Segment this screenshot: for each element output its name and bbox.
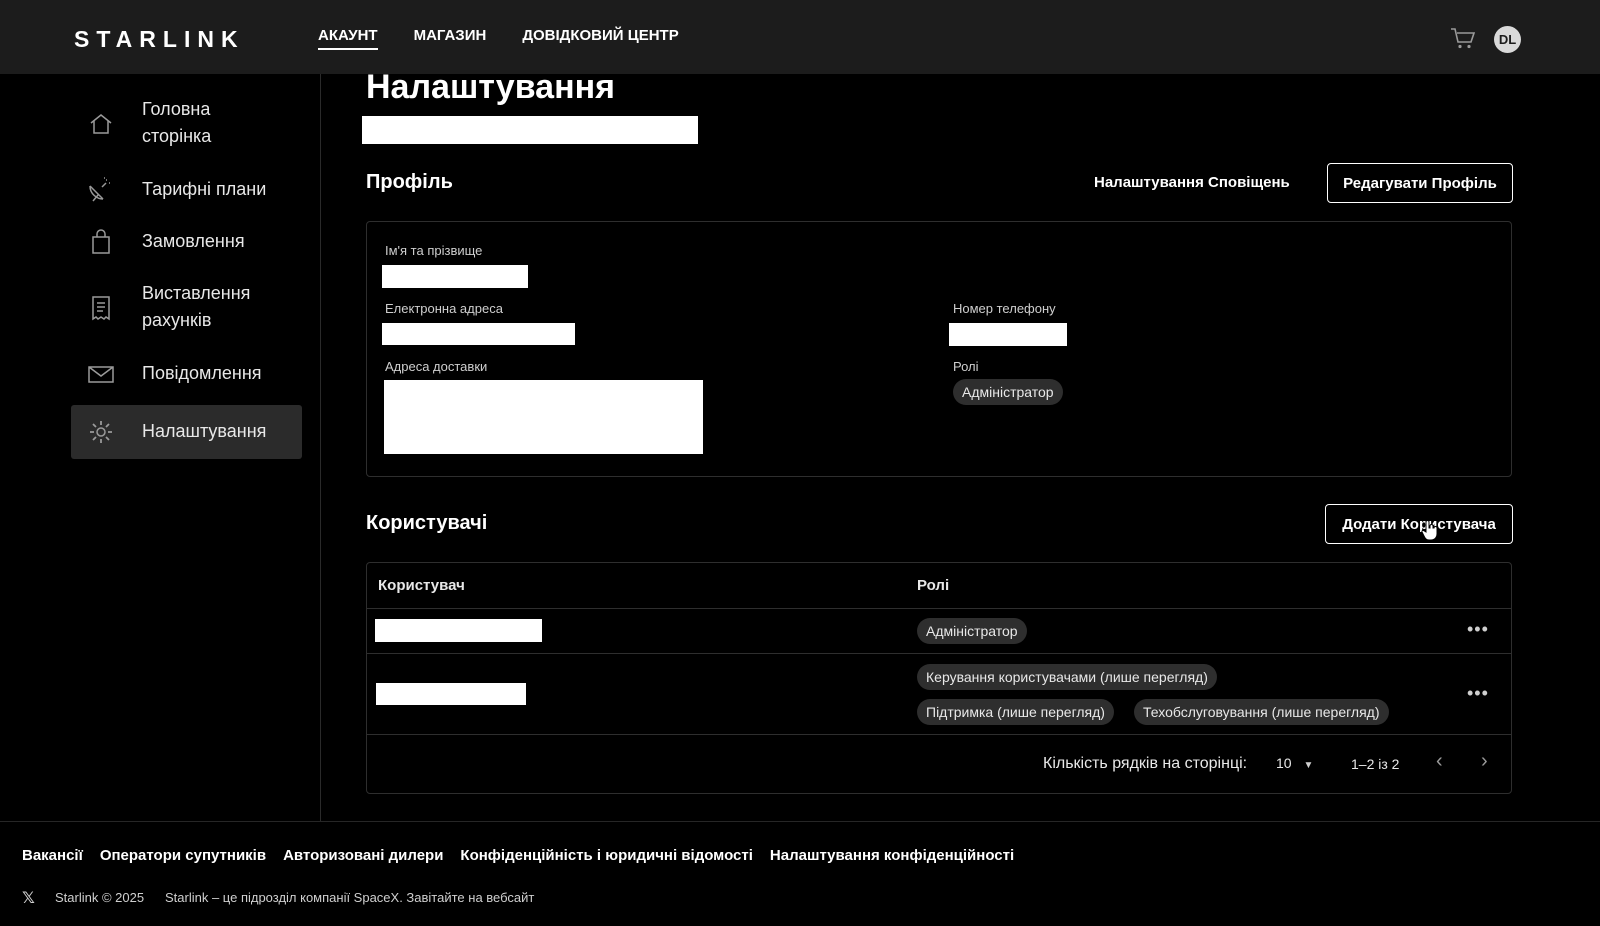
shopping-bag-icon	[92, 229, 110, 254]
role-chip-admin: Адміністратор	[953, 379, 1063, 405]
rows-per-page-label: Кількість рядків на сторінці:	[1043, 755, 1248, 772]
redacted-phone	[949, 323, 1067, 346]
footer-link-careers[interactable]: Вакансії	[22, 847, 83, 864]
satellite-dish-icon	[89, 177, 110, 202]
nav-shop[interactable]: МАГАЗИН	[414, 27, 487, 50]
profile-card: Ім'я та прізвище Електронна адреса Адрес…	[366, 221, 1512, 477]
nav-help-center[interactable]: ДОВІДКОВИЙ ЦЕНТР	[522, 27, 678, 50]
profile-section-title: Профіль	[366, 171, 453, 193]
sidebar-item-home[interactable]: Головна сторінка	[71, 96, 302, 152]
sidebar-item-label: Налаштування	[142, 421, 267, 441]
notification-settings-link[interactable]: Налаштування Сповіщень	[1094, 174, 1290, 191]
footer-divider	[0, 821, 1600, 822]
main-nav: АКАУНТ МАГАЗИН ДОВІДКОВИЙ ЦЕНТР	[318, 27, 679, 50]
redacted-name	[382, 265, 528, 288]
add-user-button[interactable]: Додати Користувача	[1325, 504, 1513, 544]
roles-label: Ролі	[953, 359, 979, 374]
x-logo-icon[interactable]: 𝕏	[22, 888, 35, 908]
sidebar-item-label: Тарифні плани	[142, 179, 267, 199]
name-label: Ім'я та прізвище	[385, 243, 483, 258]
footer-link-satellite-operators[interactable]: Оператори супутників	[100, 847, 266, 864]
sidebar-item-label: Повідомлення	[142, 363, 262, 383]
redacted-account-id	[362, 116, 698, 144]
redacted-user-1	[375, 619, 542, 642]
sidebar-item-orders[interactable]: Замовлення	[71, 227, 302, 257]
page-title: Налаштування	[366, 68, 615, 106]
sidebar-item-label: Головна сторінка	[142, 99, 212, 146]
sidebar-item-settings[interactable]: Налаштування	[71, 405, 302, 459]
column-header-user[interactable]: Користувач	[378, 577, 465, 594]
sidebar-item-plans[interactable]: Тарифні плани	[71, 175, 302, 205]
spacex-tagline[interactable]: Starlink – це підрозділ компанії SpaceX.…	[165, 890, 534, 905]
top-bar: STARLINK АКАУНТ МАГАЗИН ДОВІДКОВИЙ ЦЕНТР…	[0, 0, 1600, 74]
rows-per-page-select[interactable]: 10 ▼	[1276, 755, 1313, 771]
footer-links: Вакансії Оператори супутників Авторизова…	[22, 847, 1014, 864]
pagination-range: 1–2 із 2	[1351, 756, 1400, 772]
role-chip: Керування користувачами (лише перегляд)	[917, 664, 1217, 690]
delivery-address-label: Адреса доставки	[385, 359, 488, 374]
footer-link-privacy-legal[interactable]: Конфіденційність і юридичні відомості	[460, 847, 752, 864]
phone-label: Номер телефону	[953, 301, 1056, 316]
redacted-email	[382, 323, 575, 345]
edit-profile-button[interactable]: Редагувати Профіль	[1327, 163, 1513, 203]
sidebar-item-label: Замовлення	[142, 231, 245, 251]
redacted-user-2	[376, 683, 526, 705]
envelope-icon	[88, 366, 114, 383]
hand-cursor-icon	[1421, 520, 1438, 541]
table-divider	[366, 608, 1512, 609]
users-section-title: Користувачі	[366, 512, 488, 534]
avatar[interactable]: DL	[1494, 26, 1521, 53]
footer-link-privacy-settings[interactable]: Налаштування конфіденційності	[770, 847, 1014, 864]
dropdown-arrow-icon: ▼	[1303, 760, 1314, 771]
email-label: Електронна адреса	[385, 301, 503, 316]
row-menu-button[interactable]: •••	[1467, 683, 1489, 704]
chevron-right-icon[interactable]: ›	[1481, 750, 1488, 773]
rows-per-page-value: 10	[1276, 755, 1292, 771]
home-icon	[90, 114, 112, 134]
table-divider	[366, 653, 1512, 654]
chevron-left-icon[interactable]: ‹	[1436, 750, 1443, 773]
starlink-logo[interactable]: STARLINK	[74, 26, 245, 53]
redacted-address	[384, 380, 703, 454]
column-header-roles[interactable]: Ролі	[917, 577, 949, 594]
copyright: Starlink © 2025	[55, 890, 145, 905]
role-chip: Техобслуговування (лише перегляд)	[1134, 699, 1389, 725]
sidebar-item-label: Виставлення рахунків	[142, 283, 251, 330]
cart-icon[interactable]	[1450, 26, 1476, 50]
row-menu-button[interactable]: •••	[1467, 619, 1489, 640]
gear-icon	[90, 421, 112, 443]
footer-link-authorized-dealers[interactable]: Авторизовані дилери	[283, 847, 443, 864]
sidebar-item-billing[interactable]: Виставлення рахунків	[71, 280, 302, 336]
role-chip: Підтримка (лише перегляд)	[917, 699, 1114, 725]
nav-account[interactable]: АКАУНТ	[318, 27, 378, 50]
sidebar-item-messages[interactable]: Повідомлення	[71, 359, 302, 389]
sidebar: Головна сторінка Тарифні плани Замовленн…	[0, 74, 321, 822]
table-divider	[366, 734, 1512, 735]
role-chip: Адміністратор	[917, 618, 1027, 644]
receipt-icon	[92, 296, 110, 321]
